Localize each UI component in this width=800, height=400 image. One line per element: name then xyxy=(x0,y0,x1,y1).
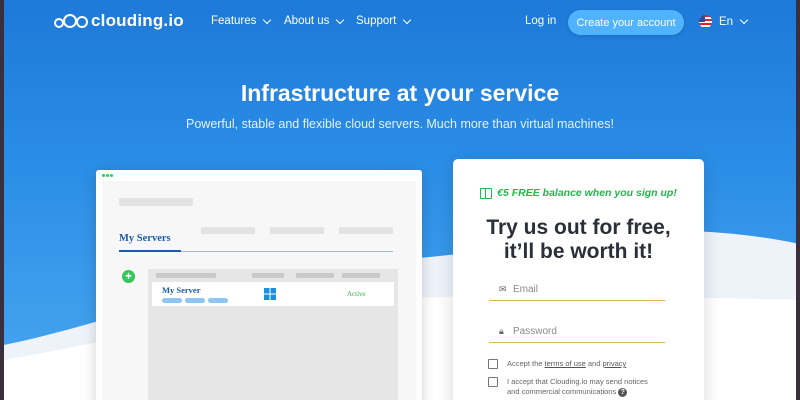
mockup-body: My Servers + My Server Active xyxy=(102,181,416,400)
terms-of-use-link[interactable]: terms of use xyxy=(545,359,586,368)
window-dot xyxy=(106,174,109,177)
tab-my-servers: My Servers xyxy=(119,233,171,244)
signup-title-line2: it’ll be worth it! xyxy=(503,240,654,263)
us-flag-icon xyxy=(699,15,712,28)
language-label: En xyxy=(719,15,734,28)
windows-icon xyxy=(264,288,276,300)
tab-active-indicator xyxy=(119,250,181,252)
nav-support[interactable]: Support xyxy=(356,15,412,27)
logo[interactable]: clouding.io xyxy=(54,11,184,31)
top-nav: clouding.io Features About us Support Lo… xyxy=(4,0,796,44)
password-input[interactable] xyxy=(513,326,653,337)
login-link[interactable]: Log in xyxy=(525,15,556,27)
tag-pill xyxy=(162,298,182,303)
privacy-link[interactable]: privacy xyxy=(602,359,626,368)
column-header xyxy=(252,273,284,278)
chevron-down-icon xyxy=(336,15,345,24)
placeholder-tab xyxy=(339,227,393,234)
mockup-titlebar xyxy=(96,170,422,181)
column-header xyxy=(342,273,380,278)
notices-line2: and commercial communications xyxy=(507,387,617,396)
column-header xyxy=(156,273,216,278)
notices-checkbox[interactable] xyxy=(488,377,498,387)
terms-text: Accept the terms of use and privacy xyxy=(507,359,626,369)
logo-text: clouding.io xyxy=(91,11,184,30)
promo-text: €5 FREE balance when you sign up! xyxy=(497,187,677,199)
email-field: ✉ xyxy=(489,279,665,301)
logo-icon xyxy=(54,14,88,28)
signup-title-line1: Try us out for free, xyxy=(486,216,671,239)
create-account-label: Create your account xyxy=(576,16,676,29)
notices-line1: I accept that Clouding.io may send notic… xyxy=(507,377,648,386)
server-name: My Server xyxy=(162,285,201,295)
column-header xyxy=(296,273,334,278)
tag-pill xyxy=(185,298,205,303)
signup-card: €5 FREE balance when you sign up! Try us… xyxy=(453,159,704,400)
table-row: My Server Active xyxy=(152,282,394,306)
nav-about-us-label: About us xyxy=(284,15,330,27)
terms-checkbox-row: Accept the terms of use and privacy xyxy=(488,359,626,369)
create-account-button[interactable]: Create your account xyxy=(568,10,684,35)
nav-support-label: Support xyxy=(356,15,397,27)
lock-icon: 🔒︎ xyxy=(499,326,504,336)
terms-checkbox[interactable] xyxy=(488,359,498,369)
nav-features-label: Features xyxy=(211,15,257,27)
tag-pill xyxy=(208,298,228,303)
signup-title: Try us out for free, it’ll be worth it! xyxy=(453,216,704,264)
window-dot xyxy=(102,174,105,177)
promo-banner: €5 FREE balance when you sign up! xyxy=(453,187,704,199)
window-dot xyxy=(110,174,113,177)
nav-features[interactable]: Features xyxy=(211,15,272,27)
placeholder-bar xyxy=(119,198,193,206)
envelope-icon: ✉ xyxy=(499,284,507,294)
hero-subtitle: Powerful, stable and flexible cloud serv… xyxy=(186,117,614,131)
server-status: Active xyxy=(347,290,366,298)
dashboard-mockup: My Servers + My Server Active xyxy=(96,170,422,400)
placeholder-tab xyxy=(270,227,324,234)
nav-about-us[interactable]: About us xyxy=(284,15,345,27)
language-selector[interactable]: En xyxy=(699,15,749,28)
chevron-down-icon xyxy=(263,15,272,24)
hero-title: Infrastructure at your service xyxy=(240,80,560,106)
add-server-icon: + xyxy=(122,270,135,283)
notices-checkbox-row: I accept that Clouding.io may send notic… xyxy=(488,377,648,397)
login-label: Log in xyxy=(525,15,557,27)
server-table: My Server Active xyxy=(148,269,398,400)
notices-text: I accept that Clouding.io may send notic… xyxy=(507,377,648,397)
terms-prefix: Accept the xyxy=(507,359,545,368)
terms-and: and xyxy=(585,359,603,368)
help-icon[interactable]: ? xyxy=(618,388,628,397)
chevron-down-icon xyxy=(403,15,412,24)
page: clouding.io Features About us Support Lo… xyxy=(0,0,800,400)
gift-icon xyxy=(480,187,493,199)
placeholder-tab xyxy=(201,227,255,234)
password-field: 🔒︎ xyxy=(489,321,665,343)
email-input[interactable] xyxy=(513,284,653,295)
chevron-down-icon xyxy=(739,15,749,25)
